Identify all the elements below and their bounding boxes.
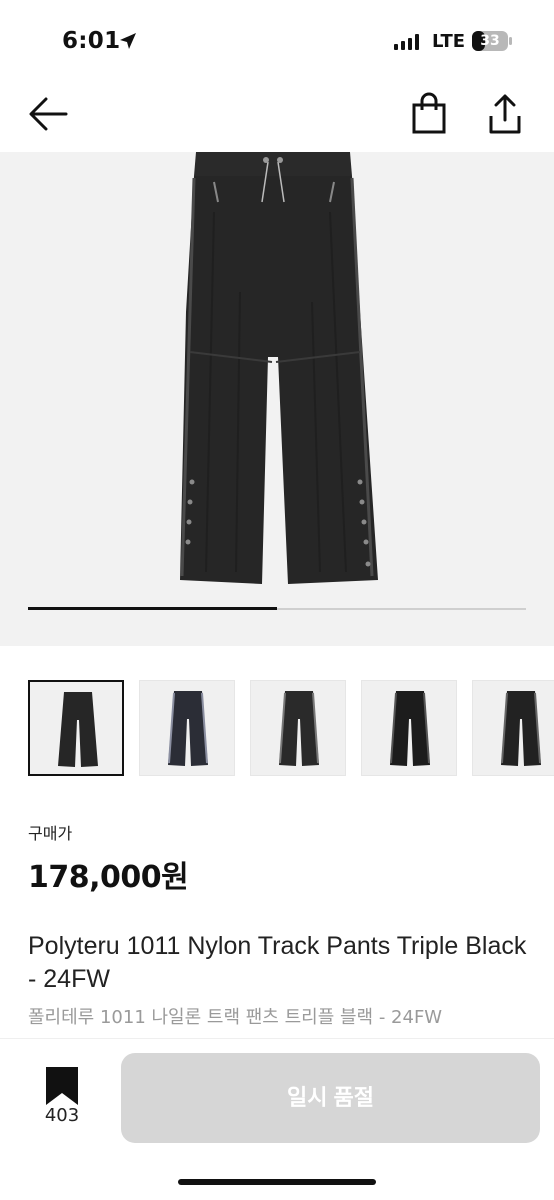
bookmark-icon[interactable] xyxy=(46,1067,78,1105)
product-image xyxy=(180,152,378,584)
thumbnail-1[interactable] xyxy=(28,680,124,776)
thumbnail-image xyxy=(390,691,430,766)
thumbnail-4[interactable] xyxy=(361,680,457,776)
bookmark-count: 403 xyxy=(44,1105,80,1126)
network-label: LTE xyxy=(432,31,466,52)
price-label: 구매가 xyxy=(28,824,73,843)
home-indicator xyxy=(178,1179,376,1185)
nav-bar xyxy=(0,84,554,150)
product-image-carousel[interactable] xyxy=(0,152,554,646)
thumbnail-image xyxy=(58,692,98,767)
signal-icon xyxy=(394,34,419,50)
shopping-bag-icon[interactable] xyxy=(410,92,448,134)
arrow-left-icon[interactable] xyxy=(26,94,70,134)
thumbnail-image xyxy=(279,691,319,766)
thumbnail-image xyxy=(501,691,541,766)
product-title: Polyteru 1011 Nylon Track Pants Triple B… xyxy=(28,932,527,993)
thumbnail-3[interactable] xyxy=(250,680,346,776)
product-subtitle: 폴리테루 1011 나일론 트랙 팬츠 트리플 블랙 - 24FW xyxy=(28,1007,443,1028)
share-icon[interactable] xyxy=(486,92,524,134)
location-arrow-icon xyxy=(120,33,136,49)
thumbnail-strip xyxy=(28,680,554,778)
gallery-progress-track xyxy=(28,607,526,610)
status-time: 6:01 xyxy=(62,28,121,54)
thumbnail-2[interactable] xyxy=(139,680,235,776)
price-value: 178,000원 xyxy=(28,860,189,895)
battery-level: 33 xyxy=(480,33,500,49)
status-bar: 6:01 LTE 33 xyxy=(0,0,554,84)
gallery-progress-fill xyxy=(28,607,277,610)
thumbnail-image xyxy=(168,691,208,766)
sold-out-button[interactable]: 일시 품절 xyxy=(121,1053,540,1143)
thumbnail-5[interactable] xyxy=(472,680,554,776)
bottom-action-bar: 403 일시 품절 xyxy=(0,1038,554,1200)
